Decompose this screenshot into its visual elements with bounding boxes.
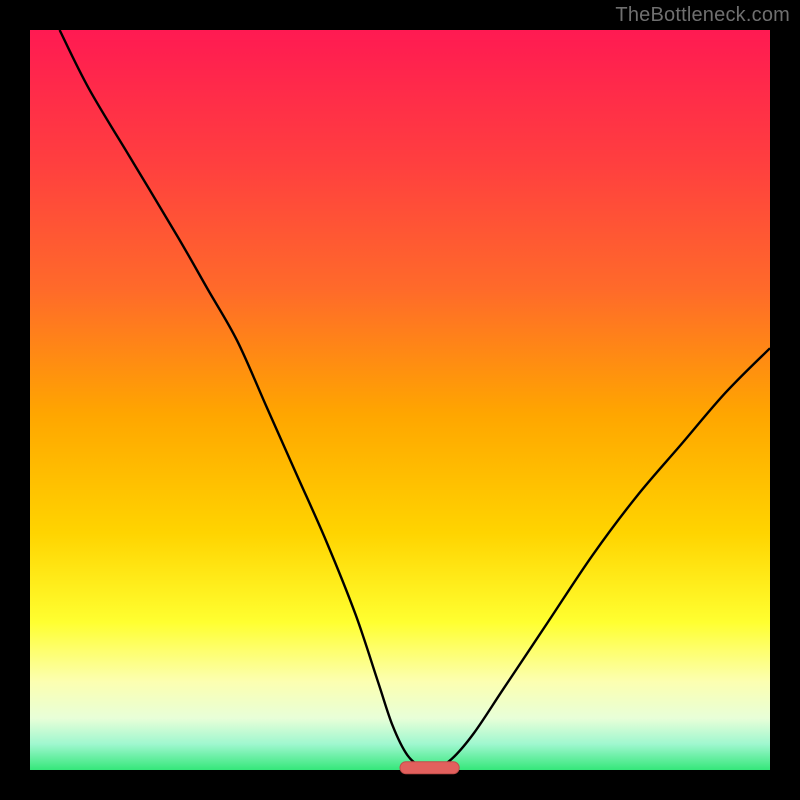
watermark-text: TheBottleneck.com	[615, 4, 790, 27]
plot-background	[30, 30, 770, 770]
optimal-marker	[400, 762, 459, 774]
chart-frame: TheBottleneck.com	[0, 0, 800, 800]
bottleneck-chart	[0, 0, 800, 800]
